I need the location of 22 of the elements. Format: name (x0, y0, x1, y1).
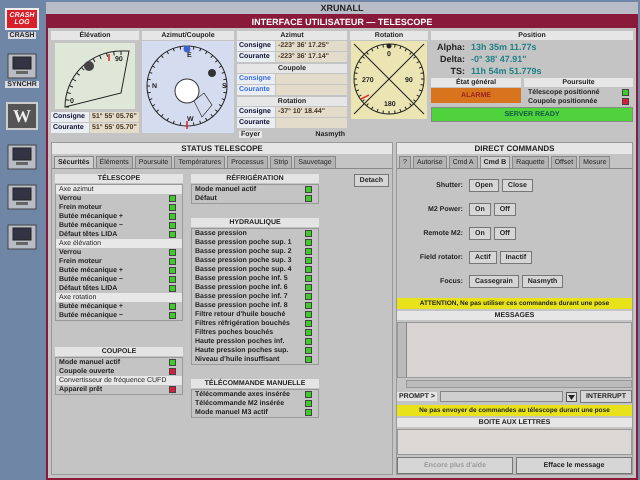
coordinate-label: Alpha: (436, 42, 465, 52)
document-icon[interactable]: W (6, 102, 38, 130)
computer-icon[interactable] (7, 53, 37, 79)
computer-icon[interactable] (7, 184, 37, 210)
dropdown-icon[interactable] (566, 392, 577, 402)
window-title: INTERFACE UTILISATEUR — TELESCOPE (48, 16, 636, 28)
value-field (276, 74, 347, 84)
scrollbar[interactable] (406, 380, 632, 388)
coordinate-value: 11h 54m 51.779s (471, 66, 542, 76)
value-field (276, 85, 347, 95)
panel-title: STATUS TELESCOPE (52, 143, 392, 154)
computer-icon[interactable] (7, 224, 37, 250)
coordinate-label: Delta: (438, 54, 465, 64)
computer-icon[interactable] (7, 144, 37, 170)
coordinate-value: 13h 35m 11.77s (471, 42, 537, 52)
value-field (276, 118, 347, 128)
command-input-field[interactable] (440, 391, 563, 402)
scrollbar[interactable] (398, 323, 407, 377)
coordinate-value: -0° 38' 47.91" (471, 54, 527, 64)
coordinate-label: TS: (450, 66, 465, 76)
panel-title: DIRECT COMMANDS (397, 143, 632, 154)
window-title: XRUNALL (46, 2, 638, 14)
